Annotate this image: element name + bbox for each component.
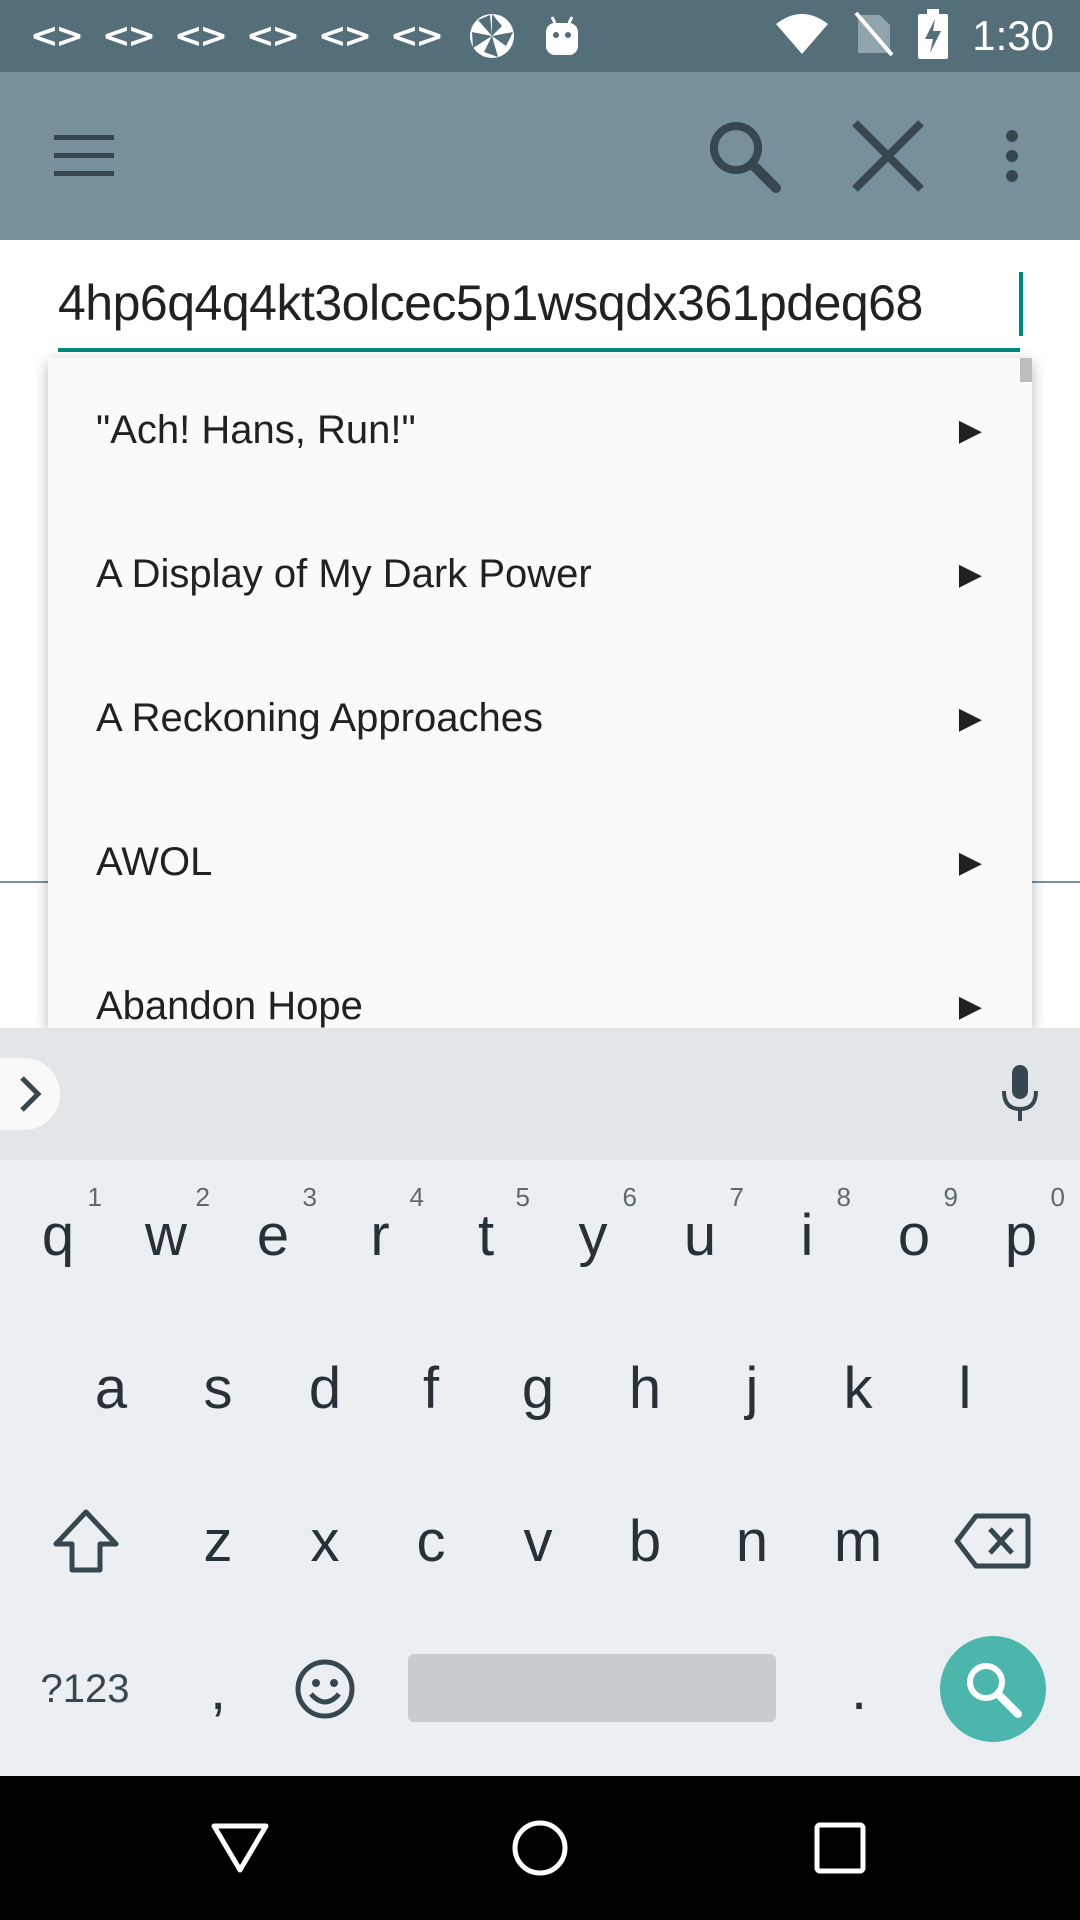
key-y[interactable]: y6: [535, 1160, 651, 1310]
recents-icon[interactable]: [770, 1776, 910, 1920]
emoji-icon: [295, 1659, 355, 1719]
code-icon: <>: [102, 16, 156, 56]
key-f[interactable]: f: [378, 1313, 484, 1463]
toolbar: [0, 72, 1080, 240]
key-x[interactable]: x: [272, 1466, 378, 1616]
notification-icons: <> <> <> <> <> <>: [30, 0, 592, 72]
code-icon: <>: [390, 16, 444, 56]
key-w[interactable]: w2: [108, 1160, 224, 1310]
comma-key[interactable]: ,: [168, 1614, 268, 1764]
key-i[interactable]: i8: [749, 1160, 865, 1310]
expand-arrow-icon[interactable]: ▶: [959, 557, 982, 592]
search-input[interactable]: [58, 270, 1020, 336]
suggestion-item[interactable]: "Ach! Hans, Run!" ▶: [48, 358, 1032, 502]
expand-arrow-icon[interactable]: ▶: [959, 413, 982, 448]
key-l[interactable]: l: [912, 1313, 1018, 1463]
chevron-right-icon[interactable]: [0, 1058, 60, 1130]
expand-arrow-icon[interactable]: ▶: [959, 845, 982, 880]
key-k[interactable]: k: [805, 1313, 911, 1463]
system-status: 1:30: [774, 0, 1054, 72]
key-c[interactable]: c: [378, 1466, 484, 1616]
code-icon: <>: [174, 16, 228, 56]
battery-charging-icon: [918, 8, 949, 64]
suggestion-label: Abandon Hope: [96, 983, 363, 1028]
key-m[interactable]: m: [805, 1466, 911, 1616]
space-key[interactable]: [408, 1654, 776, 1722]
no-sim-icon: [854, 11, 894, 62]
key-j[interactable]: j: [699, 1313, 805, 1463]
android-icon: [532, 11, 592, 61]
key-v[interactable]: v: [485, 1466, 591, 1616]
hamburger-menu-icon[interactable]: [30, 72, 138, 240]
code-icon: <>: [318, 16, 372, 56]
suggestion-label: AWOL: [96, 839, 213, 884]
back-icon[interactable]: [170, 1776, 310, 1920]
symbols-key[interactable]: ?123: [20, 1614, 150, 1764]
pinwheel-icon: [462, 11, 522, 61]
key-d[interactable]: d: [272, 1313, 378, 1463]
key-u[interactable]: u7: [642, 1160, 758, 1310]
navigation-bar: [0, 1776, 1080, 1920]
key-b[interactable]: b: [592, 1466, 698, 1616]
code-icon: <>: [246, 16, 300, 56]
more-vert-icon[interactable]: [982, 72, 1042, 240]
backspace-icon: [954, 1513, 1031, 1569]
key-z[interactable]: z: [165, 1466, 271, 1616]
suggestion-label: "Ach! Hans, Run!": [96, 407, 416, 452]
suggestion-item[interactable]: AWOL ▶: [48, 790, 1032, 934]
key-q[interactable]: q1: [0, 1160, 116, 1310]
key-e[interactable]: e3: [215, 1160, 331, 1310]
close-icon[interactable]: [838, 72, 938, 240]
key-p[interactable]: p0: [963, 1160, 1079, 1310]
shift-icon: [53, 1509, 119, 1573]
keyboard-search-button[interactable]: [940, 1636, 1046, 1742]
key-o[interactable]: o9: [856, 1160, 972, 1310]
code-icon: <>: [30, 16, 84, 56]
suggestion-label: A Display of My Dark Power: [96, 551, 592, 596]
suggestions-dropdown: "Ach! Hans, Run!" ▶ A Display of My Dark…: [48, 358, 1032, 1028]
expand-arrow-icon[interactable]: ▶: [959, 989, 982, 1024]
suggestion-item[interactable]: Abandon Hope ▶: [48, 934, 1032, 1028]
period-key[interactable]: .: [806, 1614, 912, 1764]
text-cursor: [1019, 272, 1023, 336]
key-t[interactable]: t5: [428, 1160, 544, 1310]
key-r[interactable]: r4: [322, 1160, 438, 1310]
key-n[interactable]: n: [699, 1466, 805, 1616]
search-input-underline: [58, 348, 1020, 352]
home-icon[interactable]: [470, 1776, 610, 1920]
key-s[interactable]: s: [165, 1313, 271, 1463]
suggestion-label: A Reckoning Approaches: [96, 695, 543, 740]
expand-arrow-icon[interactable]: ▶: [959, 701, 982, 736]
search-icon[interactable]: [694, 72, 794, 240]
suggestion-item[interactable]: A Reckoning Approaches ▶: [48, 646, 1032, 790]
search-icon: [967, 1663, 1022, 1718]
key-g[interactable]: g: [485, 1313, 591, 1463]
backspace-key[interactable]: [930, 1466, 1056, 1616]
clock: 1:30: [972, 12, 1054, 59]
key-a[interactable]: a: [58, 1313, 164, 1463]
wifi-icon: [774, 12, 830, 61]
key-h[interactable]: h: [592, 1313, 698, 1463]
shift-key[interactable]: [20, 1466, 152, 1616]
keyboard-suggestion-strip: [0, 1028, 1080, 1160]
status-bar: <> <> <> <> <> <> 1:30: [0, 0, 1080, 72]
emoji-key[interactable]: [275, 1614, 375, 1764]
suggestion-item[interactable]: A Display of My Dark Power ▶: [48, 502, 1032, 646]
microphone-icon[interactable]: [992, 1062, 1048, 1126]
